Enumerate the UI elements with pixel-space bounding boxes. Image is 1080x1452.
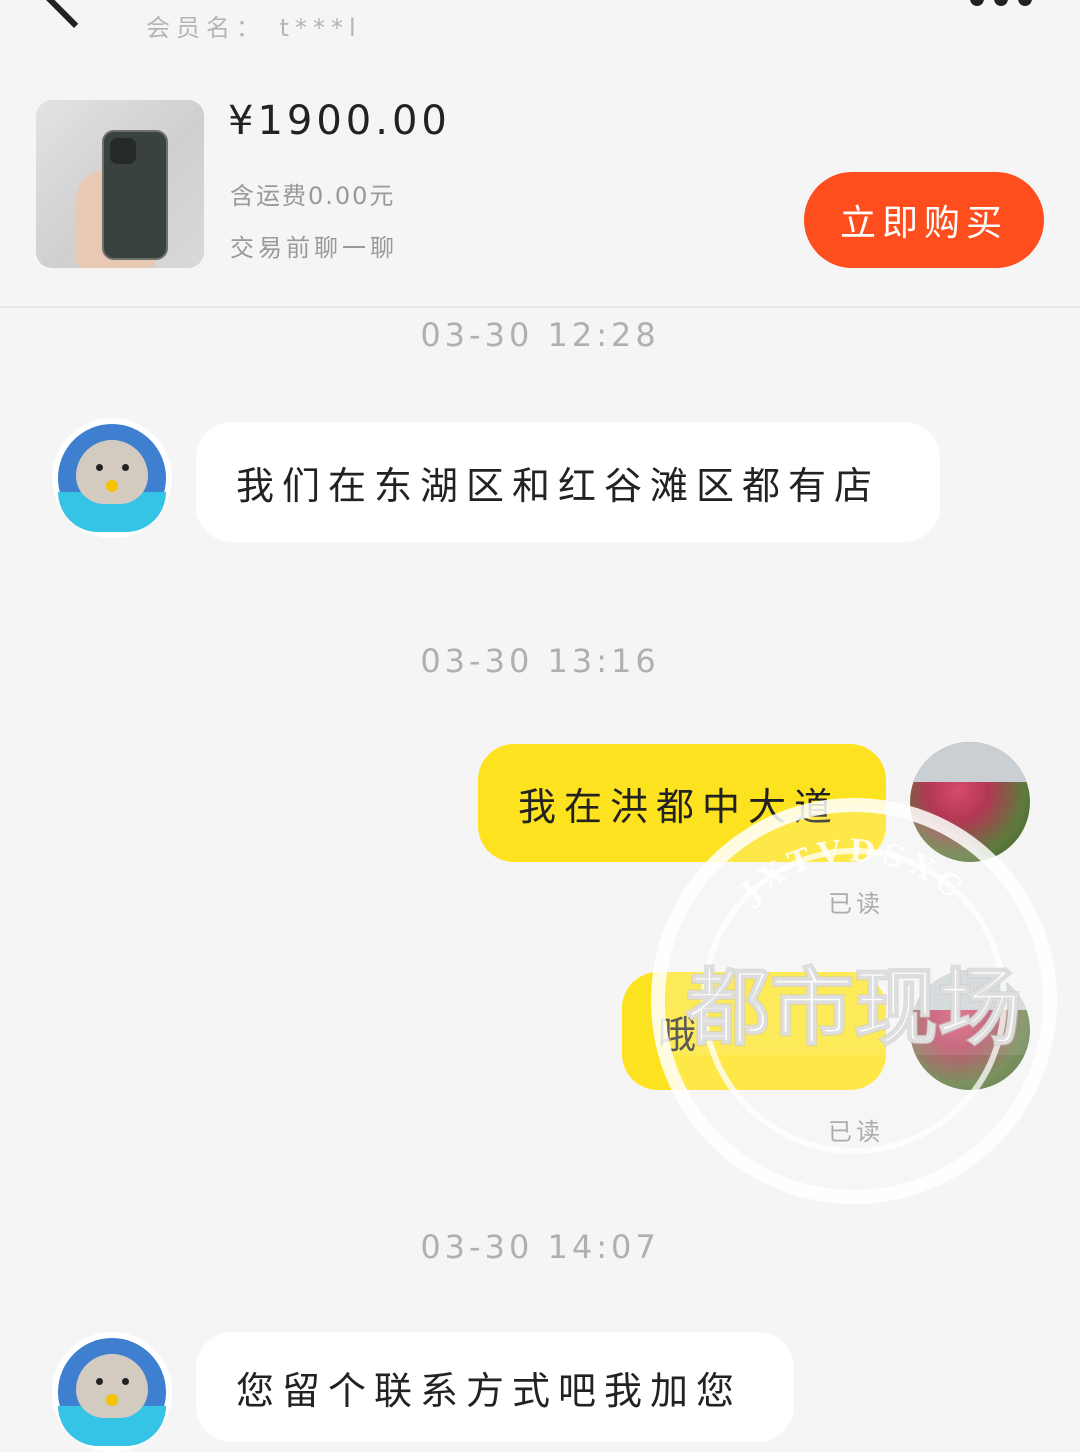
product-note: 交易前聊一聊 <box>230 234 398 262</box>
thumbnail-camera <box>110 138 136 164</box>
avatar-photo-sky <box>910 970 1030 1010</box>
avatar-eye <box>122 464 129 471</box>
chat-header: —————— 会员名： t***l <box>0 0 1080 70</box>
avatar-eye <box>96 464 103 471</box>
read-status: 已读 <box>828 1118 884 1146</box>
avatar-mouth <box>106 480 118 492</box>
read-status: 已读 <box>828 890 884 918</box>
chevron-left-icon[interactable] <box>40 0 108 28</box>
avatar-face <box>76 440 148 504</box>
message-timestamp: 03-30 13:16 <box>420 642 660 680</box>
message-timestamp: 03-30 12:28 <box>420 316 660 354</box>
thumbnail-phone <box>102 130 168 260</box>
incoming-message[interactable]: 我们在东湖区和红谷滩区都有店 <box>196 422 940 542</box>
product-price: ¥1900.00 <box>228 98 451 144</box>
avatar-mouth <box>106 1394 118 1406</box>
more-dots-icon[interactable] <box>970 0 1032 6</box>
user-avatar[interactable] <box>910 970 1030 1090</box>
avatar-face <box>76 1354 148 1418</box>
more-dot <box>970 0 984 6</box>
more-dot <box>994 0 1008 6</box>
avatar-photo-sky <box>910 742 1030 782</box>
seller-avatar[interactable] <box>52 1332 172 1452</box>
product-thumbnail[interactable] <box>36 100 204 268</box>
seller-avatar[interactable] <box>52 418 172 538</box>
product-card[interactable]: ¥1900.00 含运费0.00元 交易前聊一聊 立即购买 <box>0 80 1080 308</box>
user-avatar[interactable] <box>910 742 1030 862</box>
outgoing-message[interactable]: 我在洪都中大道 <box>478 744 886 862</box>
outgoing-message[interactable]: 哦 <box>622 972 886 1090</box>
message-timestamp: 03-30 14:07 <box>420 1228 660 1266</box>
member-name-label: 会员名： t***l <box>146 14 362 42</box>
buy-now-button[interactable]: 立即购买 <box>804 172 1044 268</box>
product-shipping: 含运费0.00元 <box>230 182 396 210</box>
incoming-message[interactable]: 您留个联系方式吧我加您 <box>196 1332 794 1442</box>
avatar-eye <box>122 1378 129 1385</box>
avatar-eye <box>96 1378 103 1385</box>
more-dot <box>1018 0 1032 6</box>
